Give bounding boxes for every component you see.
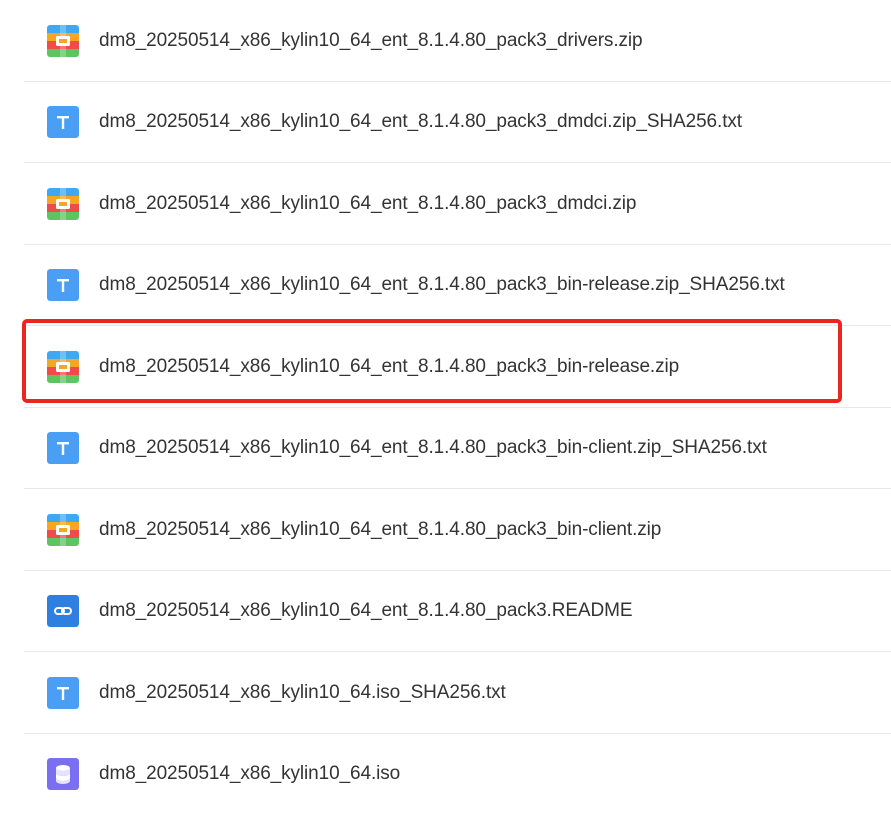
text-file-icon bbox=[47, 106, 79, 138]
disk-image-icon bbox=[47, 758, 79, 790]
zip-archive-icon bbox=[47, 188, 79, 220]
zip-archive-icon bbox=[47, 514, 79, 546]
file-row-selected[interactable]: dm8_20250514_x86_kylin10_64_ent_8.1.4.80… bbox=[0, 326, 891, 408]
file-name: dm8_20250514_x86_kylin10_64_ent_8.1.4.80… bbox=[99, 110, 742, 134]
text-file-icon bbox=[47, 677, 79, 709]
file-row[interactable]: dm8_20250514_x86_kylin10_64_ent_8.1.4.80… bbox=[0, 571, 891, 653]
file-row[interactable]: dm8_20250514_x86_kylin10_64.iso_SHA256.t… bbox=[0, 652, 891, 734]
zip-archive-icon bbox=[47, 25, 79, 57]
file-name: dm8_20250514_x86_kylin10_64_ent_8.1.4.80… bbox=[99, 273, 785, 297]
file-row[interactable]: dm8_20250514_x86_kylin10_64.iso bbox=[0, 734, 891, 815]
file-row[interactable]: dm8_20250514_x86_kylin10_64_ent_8.1.4.80… bbox=[0, 489, 891, 571]
file-row[interactable]: dm8_20250514_x86_kylin10_64_ent_8.1.4.80… bbox=[0, 82, 891, 164]
file-row[interactable]: dm8_20250514_x86_kylin10_64_ent_8.1.4.80… bbox=[0, 0, 891, 82]
file-row[interactable]: dm8_20250514_x86_kylin10_64_ent_8.1.4.80… bbox=[0, 245, 891, 327]
file-name: dm8_20250514_x86_kylin10_64_ent_8.1.4.80… bbox=[99, 355, 679, 379]
file-name: dm8_20250514_x86_kylin10_64_ent_8.1.4.80… bbox=[99, 599, 632, 623]
text-file-icon bbox=[47, 269, 79, 301]
file-row[interactable]: dm8_20250514_x86_kylin10_64_ent_8.1.4.80… bbox=[0, 408, 891, 490]
file-name: dm8_20250514_x86_kylin10_64_ent_8.1.4.80… bbox=[99, 192, 636, 216]
file-name: dm8_20250514_x86_kylin10_64_ent_8.1.4.80… bbox=[99, 518, 661, 542]
file-name: dm8_20250514_x86_kylin10_64_ent_8.1.4.80… bbox=[99, 436, 767, 460]
file-name: dm8_20250514_x86_kylin10_64.iso bbox=[99, 762, 400, 786]
text-file-icon bbox=[47, 432, 79, 464]
link-file-icon bbox=[47, 595, 79, 627]
file-name: dm8_20250514_x86_kylin10_64.iso_SHA256.t… bbox=[99, 681, 506, 705]
file-list: dm8_20250514_x86_kylin10_64_ent_8.1.4.80… bbox=[0, 0, 891, 815]
file-row[interactable]: dm8_20250514_x86_kylin10_64_ent_8.1.4.80… bbox=[0, 163, 891, 245]
zip-archive-icon bbox=[47, 351, 79, 383]
file-name: dm8_20250514_x86_kylin10_64_ent_8.1.4.80… bbox=[99, 29, 643, 53]
